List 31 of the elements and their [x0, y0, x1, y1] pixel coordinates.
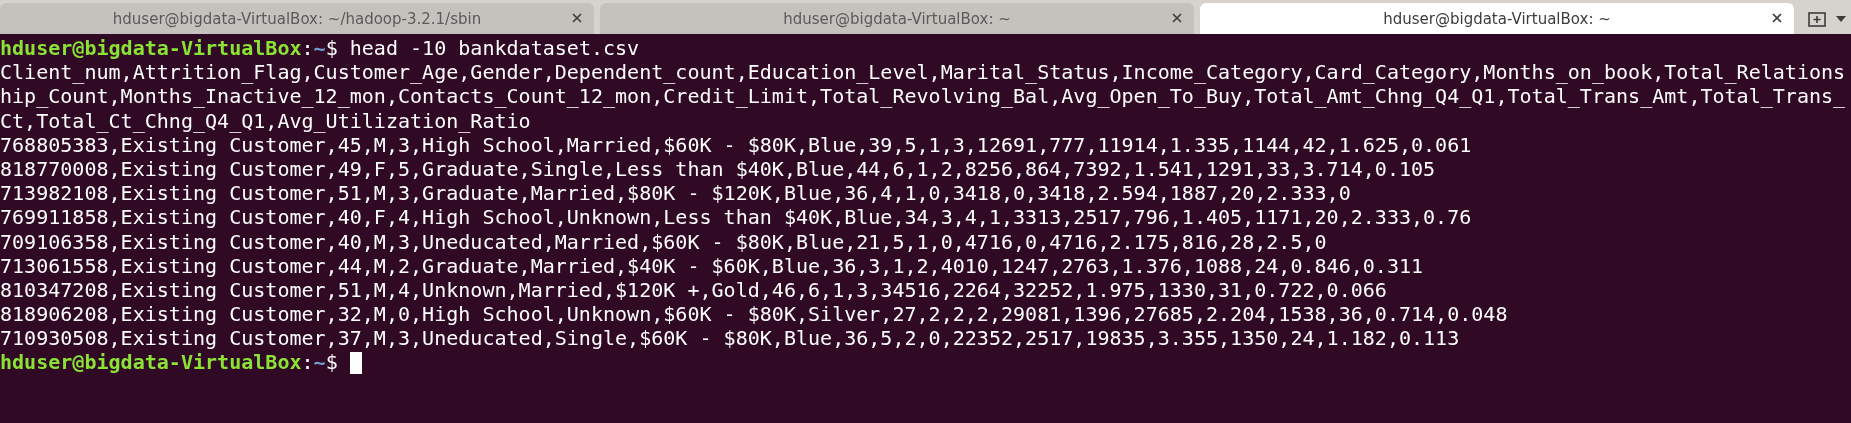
new-tab-icon[interactable]	[1808, 9, 1826, 28]
tab-title: hduser@bigdata-VirtualBox: ~	[1383, 9, 1611, 28]
prompt-user-host: hduser@bigdata-VirtualBox	[0, 350, 302, 375]
output-line: 818770008,Existing Customer,49,F,5,Graduate,Single,Less than $40K,Blue,44,6,1,2,8256,864,7392,1.541,1291,33,3.714,0.105	[0, 156, 1436, 182]
output-line: 768805383,Existing Customer,45,M,3,High School,Married,$60K - $80K,Blue,39,5,1,3,12691,777,11914,1.335,1144,42,1.625,0.061	[0, 132, 1472, 157]
tab-title: hduser@bigdata-VirtualBox: ~	[783, 9, 1011, 28]
output-line: 713061558,Existing Customer,44,M,2,Graduate,Married,$40K - $60K,Blue,36,3,1,2,4010,1247,2763,1.376,1088,24,0.846,0.311	[0, 253, 1424, 278]
output-line: 713982108,Existing Customer,51,M,3,Graduate,Married,$80K - $120K,Blue,36,4,1,0,3418,0,3418,2.594,1887,20,2.333,0	[0, 181, 1351, 206]
tab-title: hduser@bigdata-VirtualBox: ~/hadoop-3.2.1/sbin	[112, 9, 482, 28]
output-line: hip_Count,Months_Inactive_12_mon,Contacts_Count_12_mon,Credit_Limit,Total_Revolving_Bal,Avg_Open_To_Buy,Total_Amt_Chng_Q4_Q1,Total_Trans_Amt,Total_Trans_	[0, 84, 1846, 109]
output-line: 710930508,Existing Customer,37,M,3,Uneducated,Single,$60K - $80K,Blue,36,5,2,0,22352,2517,19835,3.355,1350,24,1.182,0.113	[0, 326, 1460, 351]
close-icon[interactable]	[1172, 13, 1182, 23]
close-icon[interactable]	[1772, 13, 1782, 23]
output-line: Ct,Total_Ct_Chng_Q4_Q1,Avg_Utilization_Ratio	[0, 108, 531, 133]
output-line: Client_num,Attrition_Flag,Customer_Age,Gender,Dependent_count,Education_Level,Marital_Status,Income_Category,Card_Category,Months_on_book,Total_Relations	[0, 60, 1846, 85]
close-icon[interactable]	[572, 13, 582, 23]
prompt-path: ~	[313, 36, 326, 61]
terminal-tab[interactable]: hduser@bigdata-VirtualBox: ~	[600, 3, 1194, 34]
output-line: 769911858,Existing Customer,40,F,4,High School,Unknown,Less than $40K,Blue,34,3,4,1,3313,2517,796,1.405,1171,20,2.333,0.76	[0, 205, 1472, 230]
command-text: $	[325, 350, 339, 375]
output-line: 818906208,Existing Customer,32,M,0,High School,Unknown,$60K - $80K,Silver,27,2,2,2,29081,1396,27685,2.204,1538,36,0.714,0.048	[0, 302, 1508, 327]
caret-icon[interactable]	[1836, 15, 1846, 22]
prompt-separator: :	[301, 36, 314, 61]
prompt-user-host: hduser@bigdata-VirtualBox	[0, 36, 302, 61]
output-line: 709106358,Existing Customer,40,M,3,Uneducated,Married,$60K - $80K,Blue,21,5,1,0,4716,0,4716,2.175,816,28,2.5,0	[0, 229, 1327, 254]
command-text: $ head -10 bankdataset.csv	[325, 36, 640, 61]
prompt-separator: :	[301, 350, 314, 375]
terminal-tab[interactable]: hduser@bigdata-VirtualBox: ~	[1200, 3, 1794, 34]
prompt-path: ~	[313, 350, 326, 375]
output-line: 810347208,Existing Customer,51,M,4,Unknown,Married,$120K +,Gold,46,6,1,3,34516,2264,32252,1.975,1330,31,0.722,0.066	[0, 277, 1387, 303]
terminal-tab[interactable]: hduser@bigdata-VirtualBox: ~/hadoop-3.2.1/sbin	[0, 3, 594, 34]
